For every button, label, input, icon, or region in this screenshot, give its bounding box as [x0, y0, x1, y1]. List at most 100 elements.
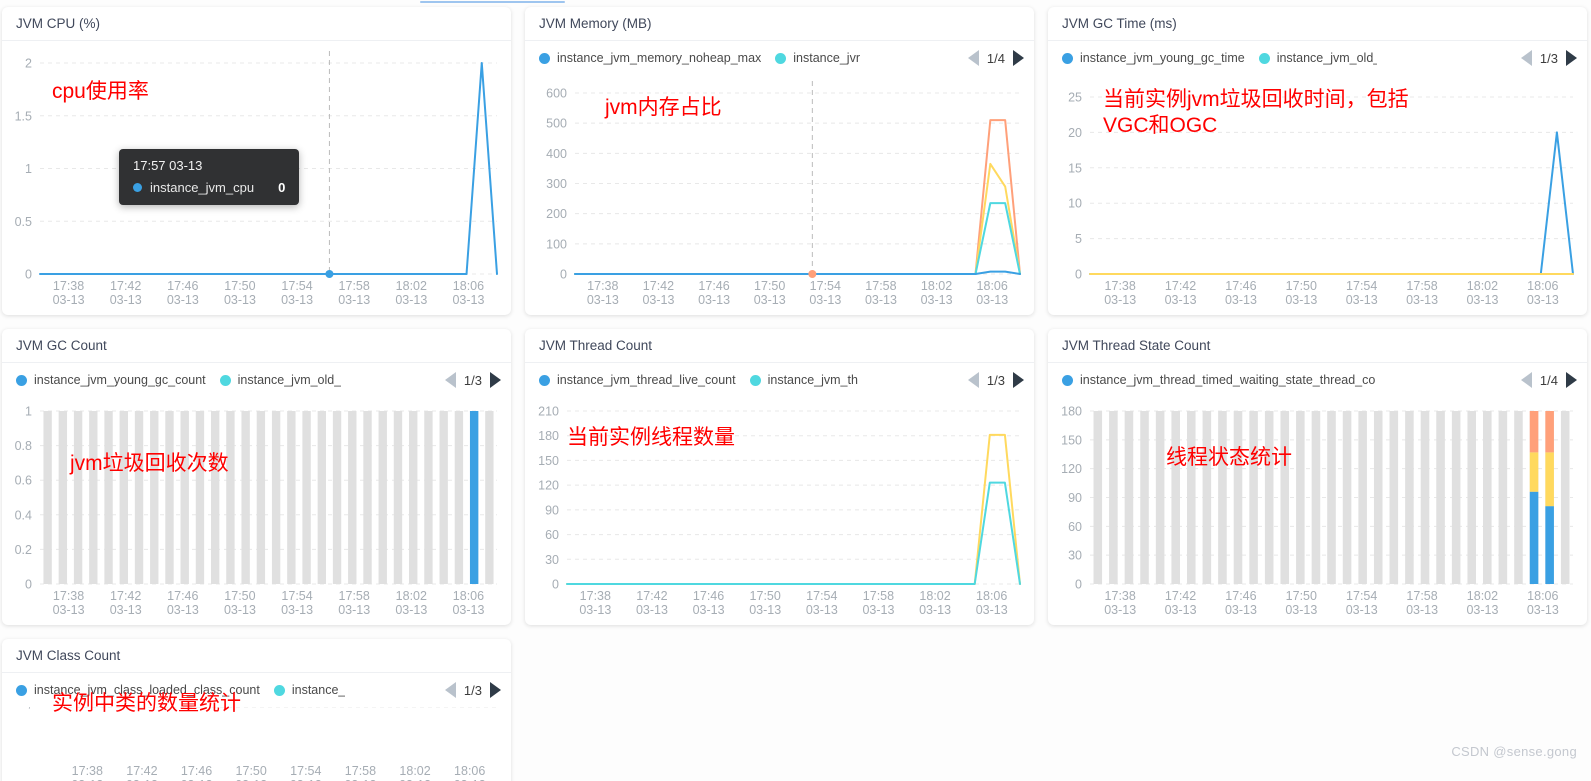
legend-color-dot-icon	[775, 53, 786, 64]
legend-color-dot-icon	[16, 685, 27, 696]
svg-text:1: 1	[25, 162, 32, 176]
svg-text:17:46: 17:46	[167, 589, 198, 603]
legend-next-arrow-icon[interactable]	[1566, 372, 1577, 388]
svg-text:03-13: 03-13	[1406, 603, 1438, 617]
svg-text:17:54: 17:54	[1346, 589, 1377, 603]
panel-body: instance_jvm_thread_live_count instance_…	[525, 363, 1034, 625]
legend-label: instance_jvm_class_loaded_class_count	[34, 683, 260, 697]
chart-jvm-class-count[interactable]: 20,00017:3803-1317:4203-1317:4603-1317:5…	[2, 707, 511, 781]
svg-text:03-13: 03-13	[976, 603, 1008, 617]
legend-prev-arrow-icon[interactable]	[445, 372, 456, 388]
legend-next-arrow-icon[interactable]	[1013, 50, 1024, 66]
legend-prev-arrow-icon[interactable]	[1521, 50, 1532, 66]
svg-text:03-13: 03-13	[338, 293, 370, 307]
svg-text:03-13: 03-13	[167, 603, 199, 617]
svg-text:0: 0	[1075, 578, 1082, 592]
svg-text:600: 600	[546, 87, 567, 101]
legend-item[interactable]: instance_jvm_th	[750, 373, 858, 387]
legend-next-arrow-icon[interactable]	[1566, 50, 1577, 66]
svg-text:17:46: 17:46	[698, 279, 729, 293]
legend-next-arrow-icon[interactable]	[490, 372, 501, 388]
svg-text:0.8: 0.8	[15, 439, 32, 453]
legend-item[interactable]: instance_jvm_class_loaded_class_count	[16, 683, 260, 697]
svg-text:1: 1	[25, 405, 32, 419]
legend-item[interactable]: instance_	[274, 683, 346, 697]
svg-text:10: 10	[1068, 197, 1082, 211]
svg-text:400: 400	[546, 147, 567, 161]
legend-item[interactable]: instance_jvm_young_gc_time	[1062, 51, 1245, 65]
panel-jvm-class-count: JVM Class Count instance_jvm_class_loade…	[2, 639, 511, 781]
svg-text:18:06: 18:06	[1527, 279, 1558, 293]
legend-label: instance_	[292, 683, 346, 697]
panel-jvm-gc-time: JVM GC Time (ms) instance_jvm_young_gc_t…	[1048, 7, 1587, 315]
tooltip-series-name: instance_jvm_cpu	[150, 180, 254, 195]
legend-item[interactable]: instance_jvr	[775, 51, 860, 65]
legend-color-dot-icon	[539, 375, 550, 386]
chart-jvm-gc-time[interactable]: 252015105017:3803-1317:4203-1317:4603-13…	[1048, 75, 1587, 314]
panel-body: instance_jvm_memory_noheap_max instance_…	[525, 41, 1034, 315]
svg-text:03-13: 03-13	[1104, 293, 1136, 307]
svg-text:18:06: 18:06	[977, 279, 1008, 293]
legend-prev-arrow-icon[interactable]	[968, 372, 979, 388]
svg-text:0.5: 0.5	[15, 215, 32, 229]
legend-item[interactable]: instance_jvm_old_g	[1259, 51, 1377, 65]
watermark: CSDN @sense.gong	[1451, 744, 1577, 759]
svg-text:17:58: 17:58	[865, 279, 896, 293]
active-tab-indicator	[420, 1, 565, 3]
legend-item[interactable]: instance_jvm_memory_noheap_max	[539, 51, 761, 65]
chart-jvm-memory[interactable]: 600500400300200100017:3803-1317:4203-131…	[525, 75, 1034, 314]
chart-legend: instance_jvm_young_gc_time instance_jvm_…	[1048, 41, 1587, 75]
svg-text:17:38: 17:38	[53, 589, 84, 603]
panel-row-2: JVM GC Count instance_jvm_young_gc_count…	[0, 329, 1591, 625]
legend-prev-arrow-icon[interactable]	[445, 682, 456, 698]
svg-text:03-13: 03-13	[110, 603, 142, 617]
svg-text:17:42: 17:42	[1165, 589, 1196, 603]
svg-text:17:42: 17:42	[643, 279, 674, 293]
legend-item[interactable]: instance_jvm_thread_timed_waiting_state_…	[1062, 373, 1375, 387]
legend-color-dot-icon	[750, 375, 761, 386]
chart-jvm-thread-state-count[interactable]: 180150120906030017:3803-1317:4203-1317:4…	[1048, 397, 1587, 624]
legend-pager: 1/3	[439, 682, 501, 698]
legend-next-arrow-icon[interactable]	[490, 682, 501, 698]
svg-text:150: 150	[538, 454, 559, 468]
svg-text:25: 25	[1068, 91, 1082, 105]
legend-color-dot-icon	[1062, 375, 1073, 386]
legend-label: instance_jvm_young_gc_count	[34, 373, 206, 387]
svg-text:0.2: 0.2	[15, 543, 32, 557]
chart-legend: instance_jvm_class_loaded_class_count in…	[2, 673, 511, 707]
svg-text:17:54: 17:54	[806, 589, 837, 603]
panel-jvm-cpu: JVM CPU (%) 21.510.5017:3803-1317:4203-1…	[2, 7, 511, 315]
svg-text:03-13: 03-13	[921, 293, 953, 307]
svg-text:0: 0	[552, 578, 559, 592]
legend-page-indicator: 1/3	[987, 373, 1005, 388]
svg-text:0: 0	[25, 578, 32, 592]
svg-text:17:58: 17:58	[345, 764, 376, 778]
legend-label: instance_jvm_thread_timed_waiting_state_…	[1080, 373, 1375, 387]
svg-text:17:42: 17:42	[636, 589, 667, 603]
panel-title: JVM Thread Count	[525, 329, 1034, 363]
svg-text:200: 200	[546, 207, 567, 221]
svg-text:150: 150	[1061, 433, 1082, 447]
chart-jvm-thread-count[interactable]: 210180150120906030017:3803-1317:4203-131…	[525, 397, 1034, 624]
svg-text:03-13: 03-13	[452, 603, 484, 617]
svg-text:60: 60	[545, 528, 559, 542]
panel-title: JVM Class Count	[2, 639, 511, 673]
legend-next-arrow-icon[interactable]	[1013, 372, 1024, 388]
svg-text:18:06: 18:06	[1527, 589, 1558, 603]
svg-text:03-13: 03-13	[1466, 293, 1498, 307]
legend-item[interactable]: instance_jvm_young_gc_count	[16, 373, 206, 387]
svg-text:0.4: 0.4	[15, 508, 32, 522]
svg-text:17:58: 17:58	[339, 589, 370, 603]
svg-text:0: 0	[25, 268, 32, 282]
chart-jvm-gc-count[interactable]: 10.80.60.40.2017:3803-1317:4203-1317:460…	[2, 397, 511, 624]
svg-text:03-13: 03-13	[1285, 603, 1317, 617]
svg-text:17:46: 17:46	[693, 589, 724, 603]
chart-legend: instance_jvm_memory_noheap_max instance_…	[525, 41, 1034, 75]
legend-item[interactable]: instance_jvm_thread_live_count	[539, 373, 736, 387]
svg-text:17:38: 17:38	[580, 589, 611, 603]
legend-prev-arrow-icon[interactable]	[968, 50, 979, 66]
legend-item[interactable]: instance_jvm_old_	[220, 373, 342, 387]
legend-prev-arrow-icon[interactable]	[1521, 372, 1532, 388]
svg-text:17:46: 17:46	[1225, 279, 1256, 293]
svg-text:17:50: 17:50	[750, 589, 781, 603]
